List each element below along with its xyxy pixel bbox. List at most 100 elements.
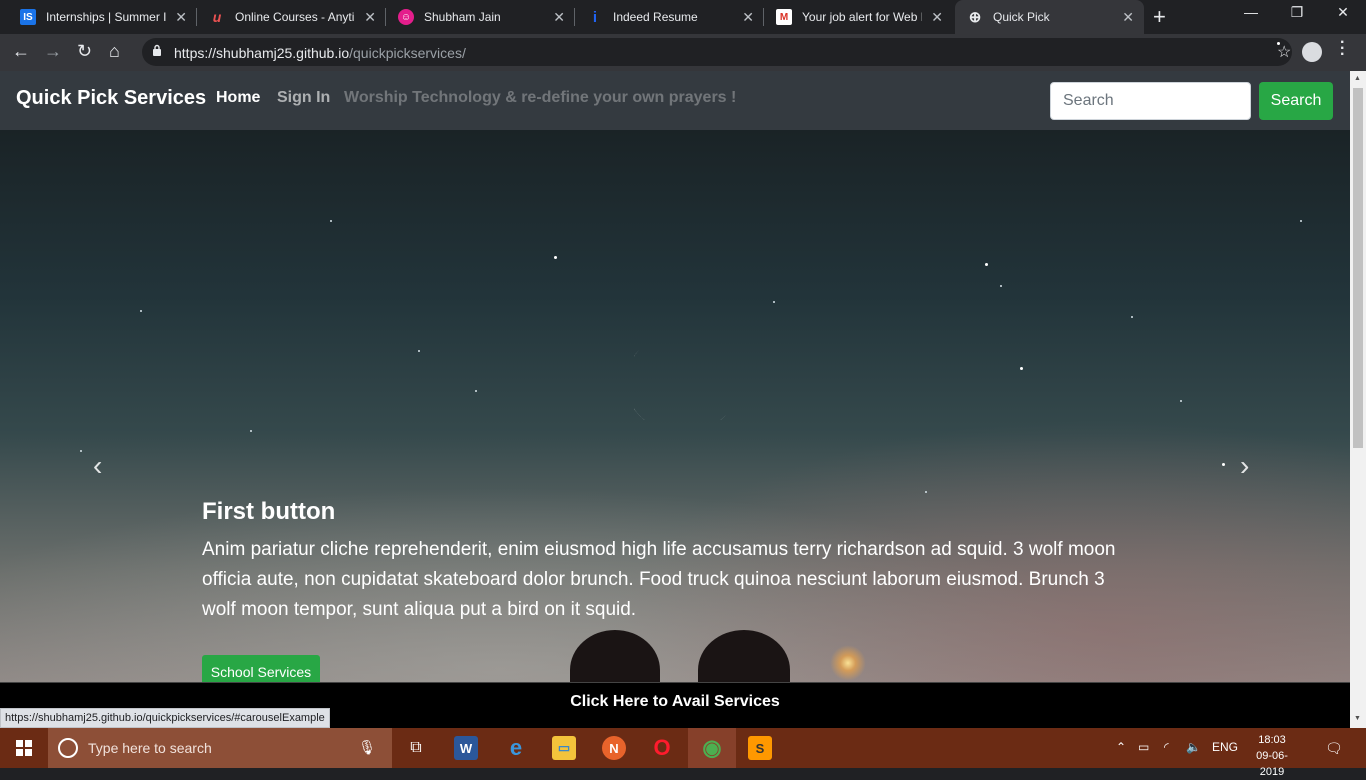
home-icon[interactable]: ⌂ <box>109 41 120 62</box>
tab-internships[interactable]: IS Internships | Summer In ✕ <box>8 0 197 34</box>
carousel-slide: ‹ › First button Anim pariatur cliche re… <box>0 130 1350 715</box>
carousel-next-icon[interactable]: › <box>1240 450 1249 482</box>
tab-online-courses[interactable]: u Online Courses - Anytim ✕ <box>197 0 386 34</box>
chrome-glyph: ◉ <box>702 735 722 760</box>
file-explorer-icon[interactable]: ▭ <box>540 728 588 768</box>
star <box>1131 316 1133 318</box>
task-view-icon[interactable]: ⧉ <box>392 728 440 768</box>
star <box>1000 285 1002 287</box>
profile-avatar[interactable] <box>1302 42 1322 62</box>
nav-tagline: Worship Technology & re-define your own … <box>344 89 737 106</box>
sublime-icon[interactable]: S <box>736 728 784 768</box>
search-input[interactable] <box>1050 82 1251 120</box>
wifi-icon[interactable]: ◜ <box>1164 740 1169 754</box>
notification-icon[interactable]: 🗨 <box>1325 740 1343 757</box>
chrome-icon[interactable]: ◉ <box>688 728 736 768</box>
address-bar[interactable]: https://shubhamj25.github.io/quickpickse… <box>142 38 1292 66</box>
star <box>330 220 332 222</box>
language-indicator[interactable]: ENG <box>1212 740 1238 754</box>
internshala-icon: IS <box>20 9 36 25</box>
brand-logo[interactable]: Quick Pick Services <box>16 87 206 110</box>
edge-icon[interactable]: e <box>492 728 540 768</box>
close-tab-icon[interactable]: ✕ <box>931 9 943 26</box>
carousel-prev-icon[interactable]: ‹ <box>93 450 102 482</box>
menu-kebab-icon[interactable]: · · · <box>1340 35 1345 63</box>
taskbar-search-placeholder: Type here to search <box>88 740 212 756</box>
star <box>1020 367 1023 370</box>
lock-icon <box>153 44 161 56</box>
tab-title: Your job alert for Web D <box>802 10 922 24</box>
star <box>1180 400 1182 402</box>
search-button[interactable]: Search <box>1259 82 1333 120</box>
carousel-caption-text: Anim pariatur cliche reprehenderit, enim… <box>202 539 1116 620</box>
star <box>418 350 420 352</box>
opera-glyph: O <box>653 735 671 760</box>
word-icon[interactable]: W <box>442 728 490 768</box>
taskbar-search-box[interactable]: Type here to search 🎙 <box>48 728 392 768</box>
crescent-moon <box>634 350 726 420</box>
opera-icon[interactable]: O <box>638 728 686 768</box>
minimize-icon[interactable]: — <box>1228 4 1274 20</box>
close-tab-icon[interactable]: ✕ <box>1122 9 1134 26</box>
tab-title: Quick Pick <box>993 10 1050 24</box>
sublime-glyph: S <box>748 736 772 760</box>
tab-title: Online Courses - Anytim <box>235 10 355 24</box>
tray-chevron-icon[interactable]: ⌃ <box>1116 740 1126 754</box>
clock-date: 09-06-2019 <box>1256 750 1288 778</box>
carousel-caption-title: First button <box>202 498 336 525</box>
tab-title: Internships | Summer In <box>46 10 166 24</box>
page-scrollbar[interactable]: ▲ ▼ <box>1350 71 1366 728</box>
profile-site-icon: ☺ <box>398 9 414 25</box>
restore-icon[interactable]: ❐ <box>1274 4 1320 21</box>
taskbar-clock[interactable]: 18:03 09-06-2019 <box>1244 732 1300 780</box>
nav-link-home[interactable]: Home <box>216 89 260 107</box>
url-path: /quickpickservices/ <box>349 45 466 61</box>
star <box>773 301 775 303</box>
star <box>985 263 988 266</box>
edge-glyph: e <box>509 735 523 760</box>
indeed-icon: i <box>592 8 598 26</box>
browser-toolbar: ← → ↻ ⌂ https://shubhamj25.github.io/qui… <box>0 34 1366 71</box>
file-explorer-glyph: ▭ <box>552 736 576 760</box>
close-tab-icon[interactable]: ✕ <box>553 9 565 26</box>
word-glyph: W <box>454 736 478 760</box>
star <box>925 491 927 493</box>
udemy-icon: u <box>212 9 222 25</box>
app-n-icon[interactable]: N <box>590 728 638 768</box>
tab-quick-pick[interactable]: ⊕ Quick Pick ✕ <box>955 0 1144 34</box>
app-n-glyph: N <box>602 736 626 760</box>
star <box>1222 463 1225 466</box>
tab-job-alert[interactable]: M Your job alert for Web D ✕ <box>764 0 953 34</box>
volume-icon[interactable]: 🔈 <box>1186 740 1201 754</box>
back-icon[interactable]: ← <box>12 41 30 62</box>
windows-taskbar: Type here to search 🎙 ⧉ W e ▭ N O ◉ S ⌃ … <box>0 728 1366 778</box>
site-navbar: Quick Pick Services Home Sign In Worship… <box>0 71 1350 130</box>
scroll-up-icon[interactable]: ▲ <box>1354 75 1361 82</box>
star <box>554 256 557 259</box>
bookmark-star-icon[interactable]: ☆ <box>1277 42 1291 61</box>
close-tab-icon[interactable]: ✕ <box>742 9 754 26</box>
star <box>250 430 252 432</box>
tab-indeed-resume[interactable]: i Indeed Resume ✕ <box>575 0 764 34</box>
scrollbar-thumb[interactable] <box>1353 88 1363 448</box>
forward-icon[interactable]: → <box>44 41 62 62</box>
globe-icon: ⊕ <box>968 9 982 26</box>
close-window-icon[interactable]: ✕ <box>1320 4 1366 21</box>
reload-icon[interactable]: ↻ <box>77 41 92 62</box>
tab-shubham-jain[interactable]: ☺ Shubham Jain ✕ <box>386 0 575 34</box>
star <box>140 310 142 312</box>
battery-icon[interactable]: ▭ <box>1138 740 1149 754</box>
star <box>475 390 477 392</box>
windows-start-icon[interactable] <box>0 728 48 768</box>
close-tab-icon[interactable]: ✕ <box>175 9 187 26</box>
cortana-icon <box>58 738 78 758</box>
scroll-down-icon[interactable]: ▼ <box>1354 715 1361 722</box>
tab-title: Indeed Resume <box>613 10 698 24</box>
microphone-icon[interactable]: 🎙 <box>358 739 376 756</box>
clock-time: 18:03 <box>1258 734 1286 746</box>
url-host: https://shubhamj25.github.io <box>174 45 350 61</box>
star <box>1300 220 1302 222</box>
nav-link-sign-in[interactable]: Sign In <box>277 89 330 107</box>
close-tab-icon[interactable]: ✕ <box>364 9 376 26</box>
new-tab-icon[interactable]: + <box>1153 4 1166 30</box>
